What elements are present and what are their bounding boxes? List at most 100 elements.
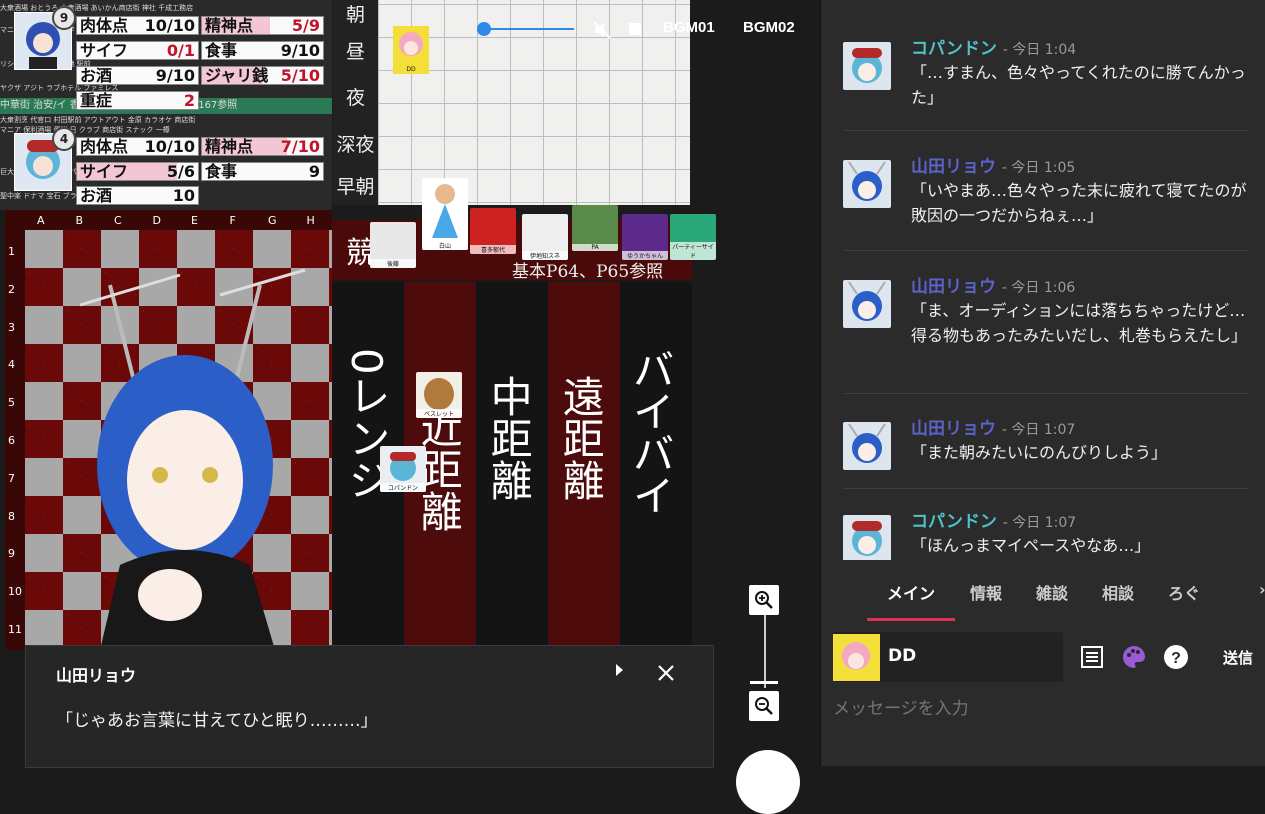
time-midnight[interactable]: 深夜 [333, 130, 378, 157]
volume-track[interactable] [484, 28, 574, 30]
token-art-icon [432, 184, 458, 238]
tab-info[interactable]: 情報 [970, 580, 1002, 604]
time-night[interactable]: 夜 [333, 83, 378, 110]
chat-avatar[interactable] [843, 42, 891, 90]
bgm-track-1[interactable]: BGM01 [663, 19, 715, 36]
stat-alcohol: お酒 10 [76, 186, 199, 205]
zoom-in-button[interactable] [749, 585, 779, 615]
chat-divider [843, 488, 1248, 489]
chat-timestamp: - 今日 1:07 [1002, 515, 1077, 531]
stop-icon[interactable] [629, 23, 641, 35]
token-ijichi[interactable]: 伊地知スネ [522, 214, 568, 260]
chat-author[interactable]: 山田リョウ - 今日 1:05 [911, 152, 1075, 177]
board-row-label: 3 [8, 320, 15, 334]
chat-divider [843, 393, 1248, 394]
board-column-label: D [152, 214, 161, 227]
chat-author[interactable]: 山田リョウ - 今日 1:06 [911, 272, 1075, 297]
zoom-track[interactable] [764, 612, 766, 688]
svg-text:?: ? [1171, 650, 1181, 667]
time-noon[interactable]: 昼 [333, 37, 378, 64]
board-row-label: 5 [8, 396, 15, 410]
chess-board[interactable]: A B C D E F G H 1 2 3 4 5 6 7 8 9 10 11 [5, 210, 332, 650]
chat-timestamp: - 今日 1:07 [1001, 422, 1076, 438]
chat-timestamp: - 今日 1:04 [1002, 42, 1077, 58]
stat-mental-points: 精神点 7/10 [201, 137, 324, 156]
token-art-icon [390, 452, 416, 481]
board-column-label: H [306, 214, 315, 227]
avatar-icon [852, 521, 882, 556]
character-stat-panel: 大衆酒場 おとうろ 大衆酒場 あいかん商店街 神社 千成工務店マニア 藤原ビルト… [0, 0, 332, 210]
board-token-kopandon[interactable]: コパンドン [380, 446, 426, 492]
zoom-out-icon [755, 697, 773, 715]
stat-mental-points: 精神点 5/9 [201, 16, 324, 35]
floating-action-button[interactable] [736, 750, 800, 814]
chat-divider [843, 250, 1248, 251]
token-shirayama[interactable]: 白山 [422, 178, 468, 250]
tab-main[interactable]: メイン [887, 580, 935, 604]
chat-author[interactable]: コパンドン - 今日 1:07 [911, 507, 1076, 532]
chat-message-list: コパンドン - 今日 1:04 「…すまん、色々やってくれたのに勝てんかった」 山田… [821, 0, 1265, 560]
avatar-icon [848, 423, 886, 463]
dialog-close-icon[interactable] [657, 664, 675, 682]
map-token-dd[interactable]: DD [393, 26, 429, 74]
zoom-slider-handle[interactable] [750, 681, 778, 684]
help-icon[interactable]: ? [1163, 644, 1189, 670]
board-row-label: 8 [8, 509, 15, 523]
chat-avatar[interactable] [843, 160, 891, 208]
stat-body-points: 肉体点 10/10 [76, 16, 199, 35]
palette-icon[interactable] [1121, 644, 1147, 670]
mute-icon[interactable] [592, 20, 612, 40]
chat-avatar[interactable] [843, 280, 891, 328]
chat-author[interactable]: 山田リョウ - 今日 1:07 [911, 414, 1075, 439]
message-input[interactable] [831, 692, 1255, 726]
time-morning[interactable]: 朝 [333, 0, 378, 27]
dialog-next-icon[interactable] [616, 664, 623, 676]
zoom-out-button[interactable] [749, 691, 779, 721]
token-art-icon [424, 378, 454, 410]
chat-divider [843, 130, 1248, 131]
board-row-label: 10 [8, 585, 22, 599]
map-background-row: 大衆割烹 代官口 村田駅前 アウトアウト 金原 カラオケ 商店街 [0, 116, 196, 124]
volume-slider-handle[interactable] [477, 22, 491, 36]
chat-panel: コパンドン - 今日 1:04 「…すまん、色々やってくれたのに勝てんかった」 山田… [820, 0, 1265, 766]
tab-chat[interactable]: 雑談 [1036, 580, 1068, 604]
stat-meal: 食事 9/10 [201, 41, 324, 60]
board-column-label: B [75, 214, 84, 227]
stat-wallet: サイフ 5/6 [76, 162, 199, 181]
board-row-label: 11 [8, 623, 22, 636]
board-column-label: G [268, 214, 277, 227]
send-button[interactable]: 送信 [1223, 647, 1253, 668]
range-mid-label: 中距離 [484, 375, 534, 501]
character-token-icon [399, 32, 423, 56]
active-tab-indicator [867, 618, 955, 621]
board-token-penguin[interactable]: ペスレット [416, 372, 462, 418]
board-column-label: E [191, 214, 198, 227]
tab-scroll-right[interactable]: › [1259, 580, 1265, 599]
character-count-badge: 4 [52, 127, 76, 151]
board-row-label: 2 [8, 282, 15, 296]
chat-author[interactable]: コパンドン - 今日 1:04 [911, 34, 1076, 59]
stat-injury: 重症 2 [76, 91, 199, 110]
stat-meal: 食事 9 [201, 162, 324, 181]
chat-message-text: 「また朝みたいにのんびりしよう」 [911, 443, 1168, 462]
chat-message-text: 「ほんっまマイペースやなあ…」 [911, 536, 1151, 555]
token-yuka[interactable]: ゆうかちゃん [622, 214, 668, 260]
token-gotoh[interactable]: 後藤 [370, 222, 416, 268]
stat-coins: ジャリ銭 5/10 [201, 66, 324, 85]
token-party-side[interactable]: パーティーサイド [670, 214, 716, 260]
chat-avatar[interactable] [843, 515, 891, 560]
tab-log[interactable]: ろぐ [1168, 580, 1200, 604]
token-kita[interactable]: 喜多郁代 [470, 208, 516, 254]
avatar-icon [852, 48, 882, 83]
stat-wallet: サイフ 0/1 [76, 41, 199, 60]
token-pa[interactable]: PA [572, 205, 618, 251]
zoom-in-icon [755, 591, 773, 609]
sender-selector[interactable]: DD [833, 632, 1063, 682]
board-column-label: F [229, 214, 236, 227]
chat-avatar[interactable] [843, 422, 891, 470]
bgm-track-2[interactable]: BGM02 [743, 19, 795, 36]
tab-consult[interactable]: 相談 [1102, 580, 1134, 604]
range-bye-label: バイバイ [626, 348, 676, 516]
list-icon[interactable] [1079, 644, 1105, 670]
avatar-icon [848, 281, 886, 321]
